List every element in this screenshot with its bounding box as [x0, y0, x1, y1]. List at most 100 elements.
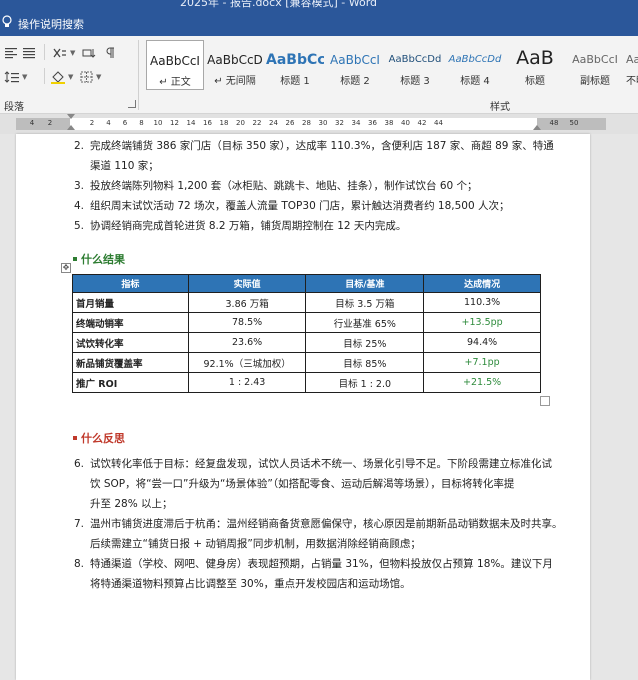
ruler-number: 36	[368, 119, 377, 127]
list-text: 特通渠道（学校、网吧、健身房）表现超预期，占销量 31%，但物料投放仅占预算 1…	[90, 558, 553, 570]
distributed-icon	[23, 48, 35, 59]
ruler-number: 22	[252, 119, 262, 127]
right-indent-marker[interactable]	[533, 125, 541, 130]
list-text: 渠道 110 家；	[90, 160, 159, 172]
style-sample: AaBbCcI	[150, 54, 200, 68]
list-text: 后续需建立“铺货日报 + 动销周报”同步机制，用数据消除经销商顾虑；	[90, 538, 421, 550]
ruler-number: 14	[186, 119, 196, 127]
heading-reflect-text: 什么反思	[81, 432, 125, 445]
line-spacing-icon	[4, 71, 19, 83]
ruler-number: 2	[47, 119, 53, 127]
style-sample: AaBbCcDd	[388, 54, 442, 65]
style-heading-2[interactable]: AaBbCcI 标题 2	[326, 40, 384, 90]
style-subtle[interactable]: AaBbCcD 不明	[626, 40, 638, 90]
list-text: 饮 SOP，将“尝一口”升级为“场景体验”（如搭配零食、运动后解渴等场景），目标…	[90, 478, 515, 490]
ruler-number: 4	[29, 119, 35, 127]
table-row: 试饮转化率 23.6% 目标 25% 94.4%	[72, 332, 541, 353]
table-cell: 首月销量	[72, 292, 189, 313]
style-heading-4[interactable]: AaBbCcDd 标题 4	[446, 40, 504, 90]
table-resize-handle[interactable]	[540, 396, 550, 406]
ruler-number: 4	[106, 119, 111, 127]
style-normal[interactable]: AaBbCcI ↵ 正文	[146, 40, 204, 90]
align-left-icon	[5, 48, 17, 59]
chinese-layout-button[interactable]: ▼	[52, 44, 75, 62]
ruler-number: 38	[384, 119, 394, 127]
style-sample: AaBbCc	[266, 52, 324, 68]
list-number: 4.	[74, 200, 85, 212]
show-marks-button[interactable]	[104, 44, 116, 62]
style-no-spacing[interactable]: AaBbCcD ↵ 无间隔	[206, 40, 264, 90]
hanging-indent-marker[interactable]	[67, 125, 75, 130]
heading-reflect: 什么反思	[73, 430, 125, 446]
first-line-indent-marker[interactable]	[67, 114, 75, 119]
style-title[interactable]: AaB 标题	[506, 40, 564, 90]
vertical-scroll-area[interactable]	[596, 134, 638, 680]
style-name: 标题 4	[460, 76, 490, 87]
results-table: 指标 实际值 目标/基准 达成情况 首月销量 3.86 万箱 目标 3.5 万箱…	[72, 274, 541, 393]
list-text: 完成终端铺货 386 家门店（目标 350 家），达成率 110.3%，含便利店…	[90, 140, 554, 152]
distributed-button[interactable]	[22, 44, 36, 62]
bullet-square-icon	[73, 436, 77, 440]
table-row: 终端动销率 78.5% 行业基准 65% +13.5pp	[72, 312, 541, 333]
style-sample: AaB	[516, 47, 554, 69]
horizontal-ruler[interactable]: 4 2 2 4 6 8 10 12 14 16 18 20 22 24 26 28 30 32 34 36 38 40…	[0, 114, 638, 134]
list-text: 组织周末试饮活动 72 场次，覆盖人流量 TOP30 门店，累计触达消费者约 1…	[90, 200, 510, 212]
borders-button[interactable]: ▼	[80, 68, 101, 86]
table-move-handle-icon[interactable]: ✥	[61, 263, 71, 273]
table-cell: 23.6%	[187, 332, 307, 353]
ruler-number: 6	[122, 119, 128, 127]
chinese-layout-icon	[53, 48, 66, 58]
style-sample: AaBbCcD	[207, 53, 263, 67]
shading-button[interactable]: ▼	[50, 68, 73, 86]
ribbon-separator	[44, 68, 45, 84]
ruler-number: 40	[401, 119, 410, 127]
table-cell: 110.3%	[423, 292, 541, 313]
style-name: 正文	[170, 77, 191, 88]
table-header-cell: 实际值	[187, 274, 307, 293]
style-subtitle[interactable]: AaBbCcI 副标题	[566, 40, 624, 90]
style-name: 无间隔	[225, 76, 256, 87]
table-cell: 92.1%（三城加权）	[187, 352, 307, 373]
ruler-number: 34	[351, 119, 361, 127]
document-page[interactable]: 2. 完成终端铺货 386 家门店（目标 350 家），达成率 110.3%，含…	[16, 134, 590, 680]
ruler-number: 10	[153, 119, 163, 127]
table-header-row: 指标 实际值 目标/基准 达成情况	[72, 274, 541, 293]
ruler-number: 44	[434, 119, 443, 127]
style-prefix: ↵	[159, 77, 168, 88]
ruler-number: 20	[236, 119, 245, 127]
ruler-number: 18	[219, 119, 229, 127]
style-heading-1[interactable]: AaBbCc 标题 1	[266, 40, 324, 90]
tell-me-bar[interactable]: 操作说明搜索	[0, 10, 638, 36]
table-cell: 推广 ROI	[72, 372, 189, 393]
ruler-number: 28	[302, 119, 311, 127]
style-name: 不明	[626, 76, 638, 87]
list-text: 投放终端陈列物料 1,200 套（冰柜贴、跳跳卡、地贴、挂条），制作试饮台 60…	[90, 180, 478, 192]
align-left-button[interactable]	[4, 44, 18, 62]
ruler-number: 2	[89, 119, 95, 127]
ruler-number: 48	[549, 119, 559, 127]
paragraph-dialog-launcher[interactable]	[128, 100, 136, 108]
style-heading-3[interactable]: AaBbCcDd 标题 3	[386, 40, 444, 90]
ruler-number: 50	[569, 119, 579, 127]
line-spacing-button[interactable]: ▼	[4, 68, 27, 86]
list-text: 试饮转化率低于目标：经复盘发现，试饮人员话术不统一、场景化引导不足。下阶段需建立…	[90, 458, 552, 470]
ruler-number: 30	[318, 119, 328, 127]
table-cell: 终端动销率	[72, 312, 189, 333]
style-sample: AaBbCcI	[330, 53, 380, 67]
style-name: 标题 2	[340, 76, 370, 87]
borders-icon	[80, 71, 93, 83]
styles-gallery: AaBbCcI ↵ 正文 AaBbCcD ↵ 无间隔 AaBbCc 标题 1 A…	[144, 40, 638, 92]
chevron-down-icon: ▼	[96, 73, 102, 81]
table-header-cell: 目标/基准	[305, 274, 425, 293]
tell-me-label[interactable]: 操作说明搜索	[18, 16, 84, 32]
paint-bucket-icon	[51, 71, 65, 84]
ribbon: ▼ ▼ ▼ ▼ 段落 AaBbCcI ↵ 正文 AaBbCcD ↵ 无间隔 Aa…	[0, 36, 638, 114]
style-name: 标题 3	[400, 76, 430, 87]
table-cell: 目标 3.5 万箱	[305, 292, 425, 313]
sort-button[interactable]	[82, 44, 96, 62]
table-row: 首月销量 3.86 万箱 目标 3.5 万箱 110.3%	[72, 292, 541, 313]
lightbulb-icon	[0, 14, 14, 30]
list-text: 将特通渠道物料预算占比调整至 30%，重点开发校园店和运动场馆。	[90, 578, 411, 590]
style-sample: AaBbCcI	[572, 53, 618, 66]
ruler-number: 42	[417, 119, 427, 127]
